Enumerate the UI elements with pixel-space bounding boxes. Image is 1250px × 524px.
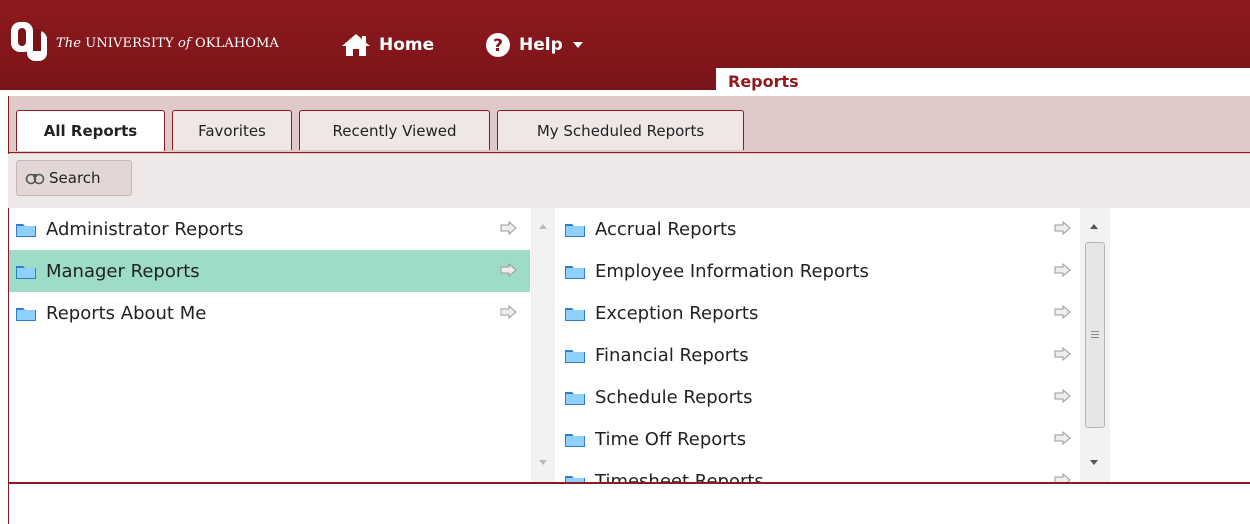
university-of: of bbox=[177, 36, 191, 51]
list-item-manager-reports[interactable]: Manager Reports bbox=[9, 250, 530, 292]
list-item-label: Accrual Reports bbox=[595, 218, 737, 240]
right-pane-scrollbar[interactable] bbox=[1080, 208, 1110, 482]
list-item-label: Administrator Reports bbox=[46, 218, 244, 240]
arrow-right-icon bbox=[500, 221, 517, 235]
arrow-right-icon bbox=[1054, 431, 1071, 445]
app-header: The UNIVERSITY of OKLAHOMA Home ? Help R… bbox=[0, 0, 1250, 94]
folder-icon bbox=[565, 476, 585, 482]
scrollbar-thumb[interactable] bbox=[1085, 242, 1105, 428]
folder-icon bbox=[16, 308, 36, 321]
grip-icon bbox=[1091, 331, 1099, 332]
list-item-label: Schedule Reports bbox=[595, 386, 753, 408]
list-item-label: Financial Reports bbox=[595, 344, 749, 366]
list-item-financial-reports[interactable]: Financial Reports bbox=[558, 334, 1078, 376]
help-menu-button[interactable]: ? Help bbox=[485, 28, 583, 62]
help-icon: ? bbox=[486, 33, 510, 57]
scroll-down-icon bbox=[539, 460, 547, 465]
list-item-time-off-reports[interactable]: Time Off Reports bbox=[558, 418, 1078, 460]
help-label: Help bbox=[519, 35, 563, 55]
search-button[interactable]: Search bbox=[16, 160, 132, 196]
left-pane-scrollbar[interactable] bbox=[531, 208, 555, 482]
arrow-right-icon bbox=[500, 305, 517, 319]
svg-text:?: ? bbox=[493, 36, 503, 56]
university-wordmark: The UNIVERSITY of OKLAHOMA bbox=[56, 36, 279, 51]
tab-recently-viewed[interactable]: Recently Viewed bbox=[299, 110, 490, 150]
scroll-down-icon bbox=[1090, 460, 1098, 465]
search-label: Search bbox=[49, 169, 101, 187]
university-prefix: The bbox=[56, 36, 82, 51]
tab-my-scheduled-reports[interactable]: My Scheduled Reports bbox=[497, 110, 744, 150]
toolbar: Search bbox=[8, 154, 1250, 208]
tab-all-reports[interactable]: All Reports bbox=[16, 110, 165, 151]
list-item-label: Time Off Reports bbox=[595, 428, 747, 450]
list-item-label: Reports About Me bbox=[46, 302, 207, 324]
home-label: Home bbox=[379, 35, 435, 55]
arrow-right-icon bbox=[1054, 347, 1071, 361]
arrow-right-icon bbox=[500, 263, 517, 277]
list-item-label: Exception Reports bbox=[595, 302, 759, 324]
list-item-employee-information-reports[interactable]: Employee Information Reports bbox=[558, 250, 1078, 292]
scroll-up-icon bbox=[539, 224, 547, 229]
arrow-right-icon bbox=[1054, 473, 1071, 482]
list-item-exception-reports[interactable]: Exception Reports bbox=[558, 292, 1078, 334]
folder-icon bbox=[565, 350, 585, 363]
tab-divider bbox=[9, 152, 1250, 153]
ou-logo-icon bbox=[11, 22, 47, 61]
list-item-label: Employee Information Reports bbox=[595, 260, 869, 282]
tab-bar: All Reports Favorites Recently Viewed My… bbox=[8, 96, 1250, 154]
report-subcategories-list: Accrual Reports Employee Information Rep… bbox=[558, 208, 1078, 482]
binoculars-icon bbox=[25, 173, 45, 185]
list-item-label: Timesheet Reports bbox=[595, 470, 764, 483]
list-item-schedule-reports[interactable]: Schedule Reports bbox=[558, 376, 1078, 418]
folder-icon bbox=[16, 224, 36, 237]
home-nav-button[interactable]: Home bbox=[341, 28, 434, 62]
arrow-right-icon bbox=[1054, 221, 1071, 235]
list-item-administrator-reports[interactable]: Administrator Reports bbox=[9, 208, 530, 250]
arrow-right-icon bbox=[1054, 389, 1071, 403]
folder-icon bbox=[565, 266, 585, 279]
list-item-accrual-reports[interactable]: Accrual Reports bbox=[558, 208, 1078, 250]
university-state: OKLAHOMA bbox=[195, 36, 279, 51]
folder-icon bbox=[565, 434, 585, 447]
scroll-up-icon bbox=[1090, 224, 1098, 229]
list-item-label: Manager Reports bbox=[46, 260, 200, 282]
chevron-down-icon bbox=[572, 42, 583, 48]
panel-divider bbox=[8, 482, 1250, 484]
folder-icon bbox=[565, 224, 585, 237]
folder-icon bbox=[565, 308, 585, 321]
tab-favorites[interactable]: Favorites bbox=[172, 110, 292, 150]
folder-icon bbox=[565, 392, 585, 405]
list-item-timesheet-reports[interactable]: Timesheet Reports bbox=[558, 460, 1078, 482]
folder-icon bbox=[16, 266, 36, 279]
arrow-right-icon bbox=[1054, 263, 1071, 277]
university-name: UNIVERSITY bbox=[85, 36, 174, 51]
arrow-right-icon bbox=[1054, 305, 1071, 319]
list-item-reports-about-me[interactable]: Reports About Me bbox=[9, 292, 530, 334]
home-icon bbox=[342, 34, 370, 56]
report-categories-list: Administrator Reports Manager Reports Re… bbox=[9, 208, 530, 482]
page-title: Reports bbox=[716, 68, 1250, 94]
